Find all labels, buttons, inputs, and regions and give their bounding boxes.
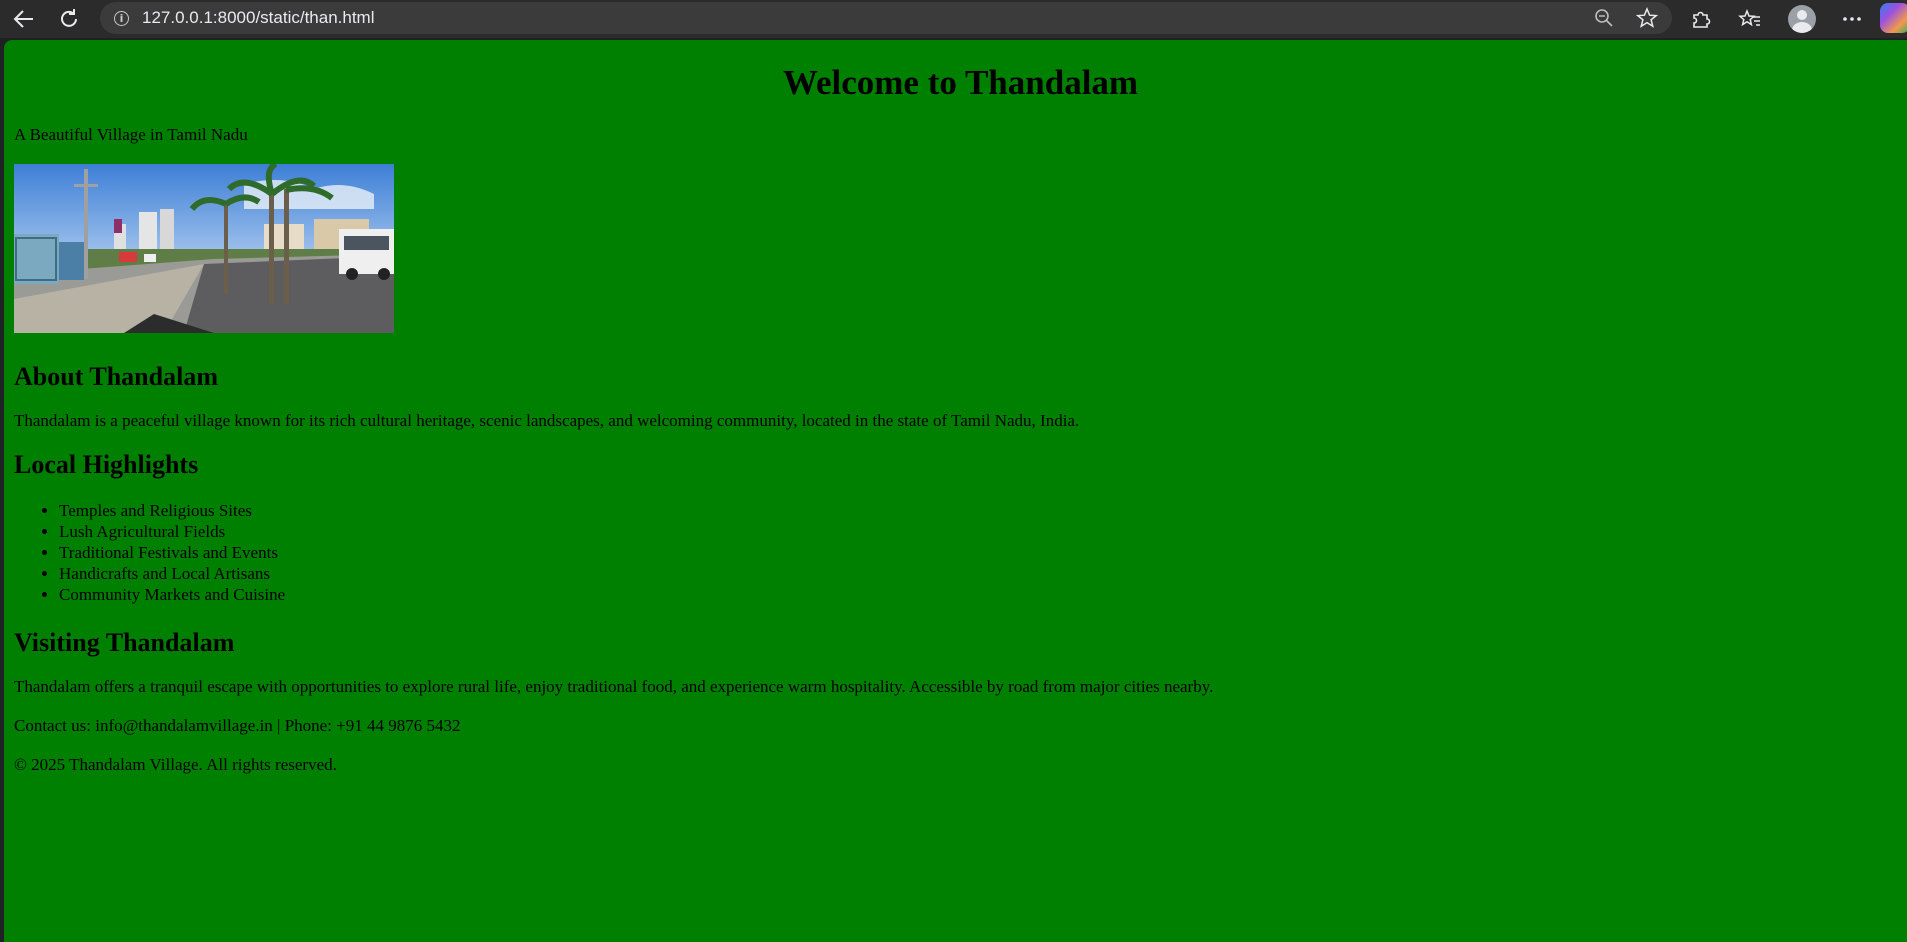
back-arrow-icon: [13, 10, 33, 28]
url-text[interactable]: 127.0.0.1:8000/static/than.html: [142, 8, 375, 28]
address-bar[interactable]: i 127.0.0.1:8000/static/than.html: [100, 2, 1672, 34]
favorites-icon[interactable]: [1738, 8, 1762, 30]
reload-button[interactable]: [52, 4, 86, 34]
highlights-list: Temples and Religious Sites Lush Agricul…: [14, 500, 1907, 605]
footer-text: © 2025 Thandalam Village. All rights res…: [14, 755, 337, 774]
visiting-heading: Visiting Thandalam: [14, 628, 235, 657]
back-button[interactable]: [7, 4, 41, 34]
visiting-text: Thandalam offers a tranquil escape with …: [14, 677, 1214, 696]
extensions-icon[interactable]: [1690, 8, 1712, 30]
highlights-heading: Local Highlights: [14, 450, 199, 479]
list-item: Handicrafts and Local Artisans: [59, 563, 1907, 584]
page-title: Welcome to Thandalam: [782, 63, 1139, 102]
about-text: Thandalam is a peaceful village known fo…: [14, 411, 1080, 430]
list-item: Temples and Religious Sites: [59, 500, 1907, 521]
about-heading: About Thandalam: [14, 362, 218, 391]
village-road-photo: [14, 164, 394, 333]
web-page: Welcome to Thandalam A Beautiful Village…: [4, 40, 1907, 942]
browser-toolbar: i 127.0.0.1:8000/static/than.html: [0, 0, 1907, 38]
zoom-out-icon[interactable]: [1594, 8, 1614, 28]
favorite-star-icon[interactable]: [1636, 7, 1658, 29]
contact-text: Contact us: info@thandalamvillage.in | P…: [14, 716, 461, 735]
profile-avatar-icon[interactable]: [1788, 5, 1816, 33]
copilot-icon[interactable]: [1880, 3, 1907, 33]
list-item: Lush Agricultural Fields: [59, 521, 1907, 542]
more-options-icon[interactable]: [1842, 16, 1862, 22]
tagline: A Beautiful Village in Tamil Nadu: [14, 125, 248, 144]
reload-icon: [61, 9, 77, 27]
site-info-icon[interactable]: i: [114, 10, 129, 26]
list-item: Traditional Festivals and Events: [59, 542, 1907, 563]
list-item: Community Markets and Cuisine: [59, 584, 1907, 605]
